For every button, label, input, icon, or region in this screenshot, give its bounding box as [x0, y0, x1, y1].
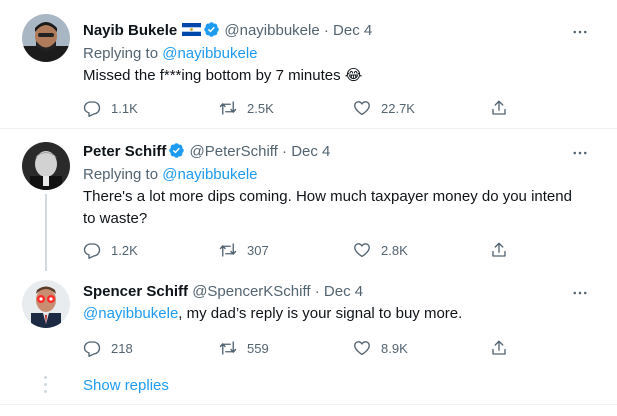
like-button[interactable]: 8.9K	[353, 338, 408, 358]
retweet-count: 2.5K	[247, 100, 274, 116]
like-icon	[353, 99, 371, 117]
tweet-text: Missed the f***ing bottom by 7 minutes 😂	[83, 67, 363, 84]
more-options-icon[interactable]	[571, 23, 589, 41]
separator-dot: ·	[323, 22, 329, 39]
share-icon	[490, 339, 508, 357]
author-handle[interactable]: @PeterSchiff	[190, 143, 278, 160]
reply-count: 1.2K	[111, 242, 138, 258]
like-button[interactable]: 22.7K	[353, 98, 415, 118]
share-button[interactable]	[490, 98, 508, 118]
verified-badge-icon	[203, 21, 220, 38]
replying-to-label: Replying to	[83, 45, 163, 62]
tweet-nayib[interactable]: Nayib Bukele @nayibbukele · Dec 4 Replyi…	[0, 0, 617, 126]
thread-continuation-dots	[44, 376, 48, 397]
tweet-text-body: , my dad’s reply is your signal to buy m…	[178, 305, 463, 322]
separator-dot: ·	[314, 283, 320, 300]
tweet-header: Nayib Bukele @nayibbukele · Dec 4	[83, 21, 372, 41]
share-icon	[490, 241, 508, 259]
tweet-actions: 1.1K 2.5K 22.7K	[83, 98, 523, 118]
mention-link[interactable]: @nayibbukele	[83, 305, 178, 322]
reply-thread: Nayib Bukele @nayibbukele · Dec 4 Replyi…	[0, 0, 617, 416]
retweet-icon	[219, 241, 237, 259]
reply-icon	[83, 99, 101, 117]
tweet-text: There's a lot more dips coming. How much…	[83, 188, 572, 227]
divider	[0, 404, 617, 405]
share-button[interactable]	[490, 338, 508, 358]
share-button[interactable]	[490, 240, 508, 260]
tweet-text: @nayibbukele, my dad’s reply is your sig…	[83, 303, 583, 325]
reply-icon	[83, 241, 101, 259]
like-count: 2.8K	[381, 242, 408, 258]
retweet-count: 559	[247, 340, 269, 356]
show-replies-link[interactable]: Show replies	[83, 376, 169, 396]
retweet-button[interactable]: 307	[219, 240, 269, 260]
author-name[interactable]: Peter Schiff	[83, 143, 166, 160]
author-handle[interactable]: @SpencerKSchiff	[192, 283, 310, 300]
reply-count: 218	[111, 340, 133, 356]
tweet-header: Spencer Schiff @SpencerKSchiff · Dec 4	[83, 282, 363, 302]
like-icon	[353, 339, 371, 357]
replying-to-label: Replying to	[83, 166, 163, 183]
more-options-icon[interactable]	[571, 144, 589, 162]
replying-to-link[interactable]: @nayibbukele	[162, 45, 257, 62]
tweet-actions: 1.2K 307 2.8K	[83, 240, 523, 260]
reply-count: 1.1K	[111, 100, 138, 116]
like-count: 8.9K	[381, 340, 408, 356]
retweet-icon	[219, 339, 237, 357]
el-salvador-flag-icon	[182, 22, 202, 36]
verified-badge-icon	[168, 142, 185, 159]
reply-button[interactable]: 1.2K	[83, 240, 138, 260]
separator-dot: ·	[282, 143, 288, 160]
avatar[interactable]	[22, 142, 70, 190]
author-name[interactable]: Spencer Schiff	[83, 283, 188, 300]
avatar[interactable]	[22, 14, 70, 62]
replying-to: Replying to @nayibbukele	[83, 44, 258, 64]
tweet-date[interactable]: Dec 4	[324, 283, 363, 300]
retweet-button[interactable]: 2.5K	[219, 98, 274, 118]
retweet-count: 307	[247, 242, 269, 258]
like-button[interactable]: 2.8K	[353, 240, 408, 260]
more-options-icon[interactable]	[571, 284, 589, 302]
thread-line	[45, 194, 47, 271]
reply-button[interactable]: 1.1K	[83, 98, 138, 118]
replying-to-link[interactable]: @nayibbukele	[162, 166, 257, 183]
tweet-header: Peter Schiff @PeterSchiff · Dec 4	[83, 142, 330, 162]
like-icon	[353, 241, 371, 259]
tweet-date[interactable]: Dec 4	[333, 22, 372, 39]
replying-to: Replying to @nayibbukele	[83, 165, 258, 185]
tweet-actions: 218 559 8.9K	[83, 338, 523, 358]
like-count: 22.7K	[381, 100, 415, 116]
author-name[interactable]: Nayib Bukele	[83, 22, 177, 39]
author-handle[interactable]: @nayibbukele	[224, 22, 319, 39]
tweet-date[interactable]: Dec 4	[291, 143, 330, 160]
avatar[interactable]	[22, 280, 70, 328]
share-icon	[490, 99, 508, 117]
retweet-icon	[219, 99, 237, 117]
tweet-peter[interactable]: Peter Schiff @PeterSchiff · Dec 4 Replyi…	[0, 129, 617, 269]
reply-button[interactable]: 218	[83, 338, 133, 358]
tweet-spencer[interactable]: Spencer Schiff @SpencerKSchiff · Dec 4 @…	[0, 272, 617, 372]
reply-icon	[83, 339, 101, 357]
retweet-button[interactable]: 559	[219, 338, 269, 358]
